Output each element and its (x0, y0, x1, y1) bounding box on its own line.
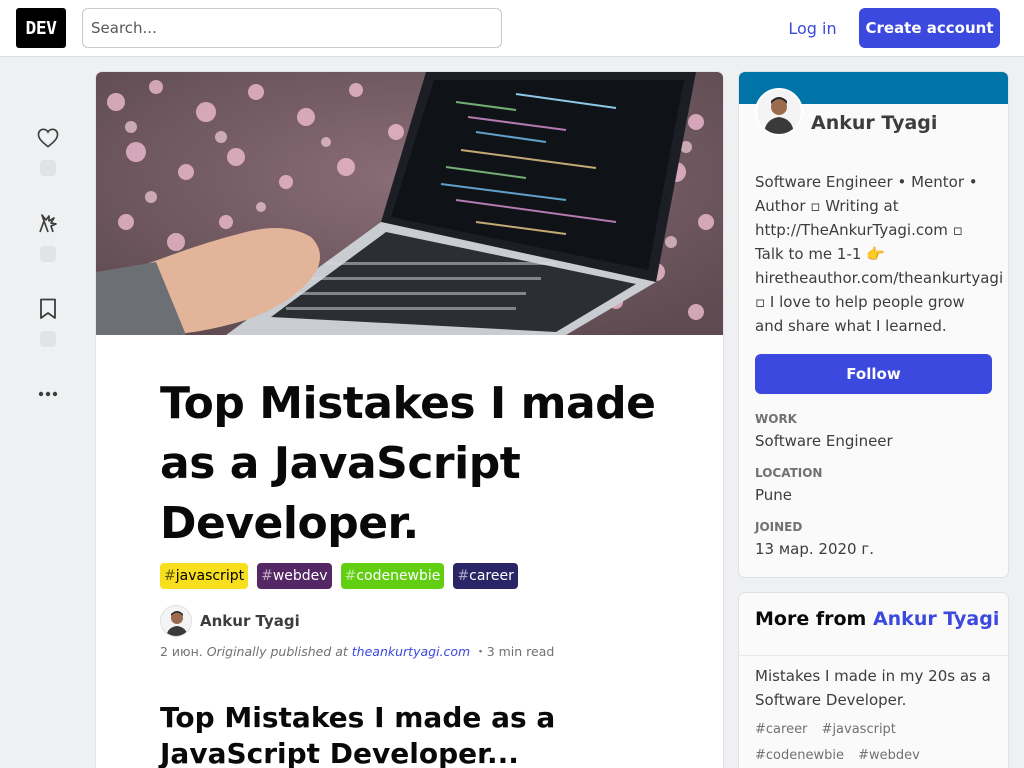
tag-career[interactable]: # career (453, 563, 518, 589)
tag-codenewbie[interactable]: # codenewbie (340, 563, 445, 589)
tag-link[interactable]: #javascript (822, 722, 896, 737)
heart-icon[interactable] (36, 126, 60, 150)
more-from-tags: #career #javascript #codenewbie #webdev (755, 717, 995, 768)
article-heading: Top Mistakes I made as a JavaScript Deve… (160, 701, 556, 768)
work-value: Software Engineer (755, 432, 893, 450)
tag-list: # javascript # webdev # codenewbie # career (160, 563, 518, 589)
tag-webdev[interactable]: # webdev (257, 563, 332, 589)
follow-button[interactable]: Follow (755, 354, 992, 394)
unicorn-count (40, 246, 56, 262)
tag-label: javascript (175, 568, 245, 584)
save-count (40, 331, 56, 347)
like-reaction[interactable] (30, 126, 66, 176)
create-account-button[interactable]: Create account (859, 8, 1000, 48)
origin-link[interactable]: theankurtyagi.com (352, 644, 470, 659)
joined-label: JOINED (755, 520, 803, 534)
tag-label: webdev (272, 568, 328, 584)
unicorn-reaction[interactable] (30, 212, 66, 262)
location-value: Pune (755, 486, 793, 504)
read-time: ・3 min read (474, 644, 555, 659)
tag-javascript[interactable]: # javascript (160, 563, 249, 589)
top-header: DEV Log in Create account (0, 0, 1024, 57)
divider (739, 655, 1008, 656)
tag-hash: # (261, 568, 273, 584)
location-label: LOCATION (755, 466, 823, 480)
profile-name[interactable]: Ankur Tyagi (811, 112, 937, 134)
dev-logo[interactable]: DEV (16, 8, 66, 48)
tag-link[interactable]: #codenewbie (755, 748, 844, 763)
cover-image (96, 72, 723, 335)
author-profile-card: Ankur Tyagi Software Engineer • Mentor •… (739, 72, 1008, 577)
publish-date: 2 июн. (160, 644, 203, 659)
tag-hash: # (164, 568, 176, 584)
author-name[interactable]: Ankur Tyagi (200, 612, 300, 630)
search-input[interactable] (82, 8, 502, 48)
more-from-heading: More from Ankur Tyagi (755, 608, 999, 630)
tag-link[interactable]: #career (755, 722, 807, 737)
tag-hash: # (344, 568, 357, 584)
profile-bio: Software Engineer • Mentor • Author ▫ Wr… (755, 173, 1004, 335)
author-row: Ankur Tyagi (160, 605, 300, 637)
login-link[interactable]: Log in (776, 8, 849, 48)
article-title: Top Mistakes I made as a JavaScript Deve… (160, 378, 656, 549)
save-reaction[interactable] (30, 297, 66, 347)
avatar[interactable] (160, 605, 192, 637)
tag-label: codenewbie (356, 568, 441, 584)
ellipsis-icon[interactable] (36, 382, 60, 406)
work-label: WORK (755, 412, 797, 426)
article-card: Top Mistakes I made as a JavaScript Deve… (96, 72, 723, 768)
tag-link[interactable]: #webdev (858, 748, 920, 763)
joined-value: 13 мар. 2020 г. (755, 540, 875, 558)
more-from-prefix: More from (755, 608, 867, 630)
bookmark-icon[interactable] (36, 297, 60, 321)
originally-published: Originally published at (206, 644, 348, 659)
like-count (40, 160, 56, 176)
unicorn-icon[interactable] (36, 212, 60, 236)
more-from-card: More from Ankur Tyagi Mistakes I made in… (739, 593, 1008, 768)
tag-hash: # (457, 568, 470, 584)
article-meta: 2 июн. Originally published at theankurt… (160, 641, 554, 660)
tag-label: career (469, 568, 514, 584)
more-from-article-title[interactable]: Mistakes I made in my 20s as a Software … (755, 664, 995, 712)
more-from-author[interactable]: Ankur Tyagi (873, 608, 999, 630)
profile-avatar[interactable] (755, 88, 803, 136)
